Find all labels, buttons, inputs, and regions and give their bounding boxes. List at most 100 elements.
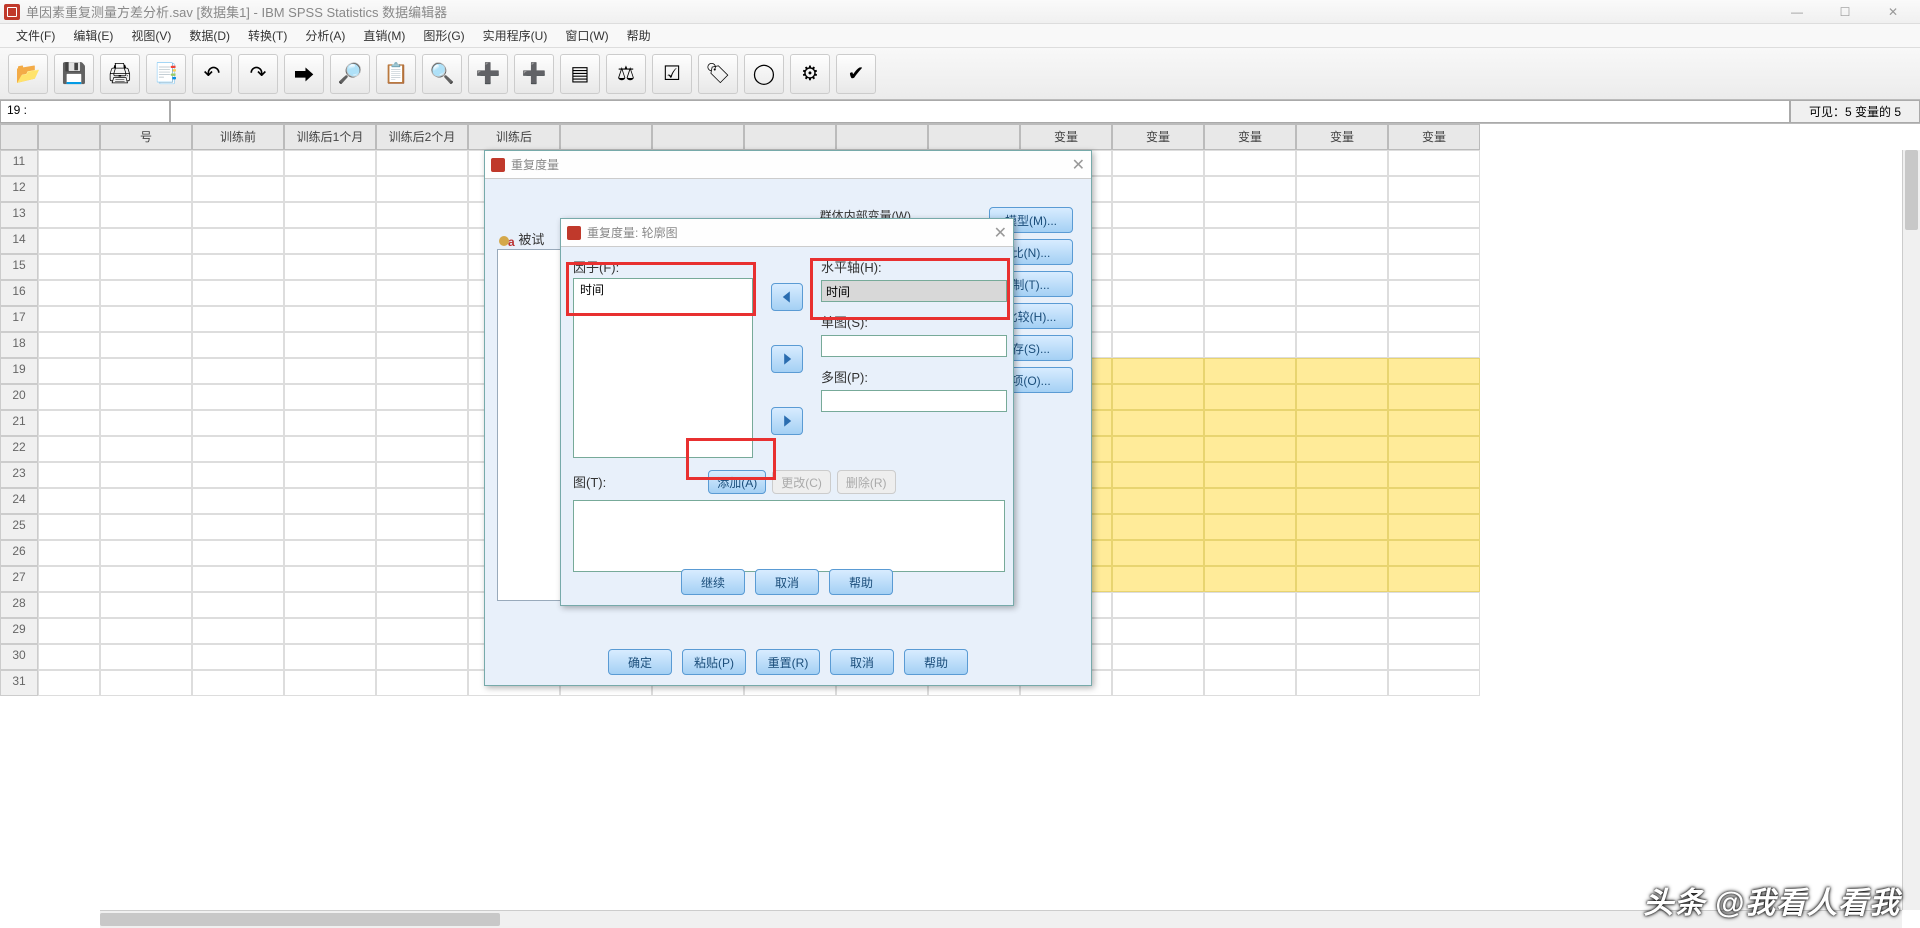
goto-button[interactable]: ⮕ bbox=[284, 54, 324, 94]
grid-cell[interactable] bbox=[1296, 592, 1388, 618]
grid-cell[interactable] bbox=[38, 358, 100, 384]
grid-cell[interactable] bbox=[1296, 488, 1388, 514]
grid-cell[interactable] bbox=[1204, 488, 1296, 514]
menu-item[interactable]: 直销(M) bbox=[355, 25, 413, 46]
row-header[interactable]: 18 bbox=[0, 332, 38, 358]
grid-cell[interactable] bbox=[1388, 670, 1480, 696]
factor-listbox[interactable]: 时间 bbox=[573, 278, 753, 458]
grid-cell[interactable] bbox=[38, 176, 100, 202]
grid-cell[interactable] bbox=[38, 488, 100, 514]
grid-cell[interactable] bbox=[376, 202, 468, 228]
menu-item[interactable]: 数据(D) bbox=[181, 25, 238, 46]
grid-cell[interactable] bbox=[284, 254, 376, 280]
grid-cell[interactable] bbox=[100, 488, 192, 514]
grid-cell[interactable] bbox=[1112, 566, 1204, 592]
vertical-scrollbar[interactable] bbox=[1902, 150, 1920, 910]
grid-cell[interactable] bbox=[192, 254, 284, 280]
grid-cell[interactable] bbox=[1296, 254, 1388, 280]
grid-cell[interactable] bbox=[284, 670, 376, 696]
grid-cell[interactable] bbox=[1112, 644, 1204, 670]
grid-cell[interactable] bbox=[284, 410, 376, 436]
grid-cell[interactable] bbox=[376, 332, 468, 358]
grid-cell[interactable] bbox=[38, 254, 100, 280]
grid-cell[interactable] bbox=[1296, 384, 1388, 410]
grid-cell[interactable] bbox=[192, 514, 284, 540]
grid-cell[interactable] bbox=[38, 306, 100, 332]
close-button[interactable]: ✕ bbox=[1878, 5, 1908, 19]
grid-cell[interactable] bbox=[38, 540, 100, 566]
grid-cell[interactable] bbox=[1204, 332, 1296, 358]
undo-button[interactable]: ↶ bbox=[192, 54, 232, 94]
grid-cell[interactable] bbox=[1296, 176, 1388, 202]
grid-cell[interactable] bbox=[1296, 202, 1388, 228]
grid-cell[interactable] bbox=[284, 592, 376, 618]
dialog2-button[interactable]: 帮助 bbox=[829, 569, 893, 595]
grid-cell[interactable] bbox=[1204, 384, 1296, 410]
grid-cell[interactable] bbox=[38, 462, 100, 488]
grid-cell[interactable] bbox=[100, 150, 192, 176]
column-header[interactable] bbox=[652, 124, 744, 150]
column-header[interactable]: 变量 bbox=[1296, 124, 1388, 150]
grid-cell[interactable] bbox=[100, 384, 192, 410]
grid-cell[interactable] bbox=[1112, 176, 1204, 202]
grid-cell[interactable] bbox=[100, 592, 192, 618]
grid-cell[interactable] bbox=[38, 202, 100, 228]
minimize-button[interactable]: — bbox=[1782, 5, 1812, 19]
grid-cell[interactable] bbox=[1388, 566, 1480, 592]
column-header[interactable]: 训练后2个月 bbox=[376, 124, 468, 150]
grid-cell[interactable] bbox=[1296, 644, 1388, 670]
grid-cell[interactable] bbox=[1296, 228, 1388, 254]
grid-cell[interactable] bbox=[1204, 202, 1296, 228]
column-header[interactable] bbox=[560, 124, 652, 150]
grid-cell[interactable] bbox=[192, 228, 284, 254]
select-button[interactable]: ☑ bbox=[652, 54, 692, 94]
dialog2-title-bar[interactable]: 重复度量: 轮廓图 ✕ bbox=[561, 219, 1013, 247]
grid-cell[interactable] bbox=[376, 358, 468, 384]
grid-cell[interactable] bbox=[376, 436, 468, 462]
grid-cell[interactable] bbox=[38, 228, 100, 254]
grid-cell[interactable] bbox=[100, 228, 192, 254]
factor-item[interactable]: 时间 bbox=[574, 279, 752, 300]
grid-cell[interactable] bbox=[1296, 514, 1388, 540]
grid-cell[interactable] bbox=[38, 150, 100, 176]
grid-cell[interactable] bbox=[38, 280, 100, 306]
row-header[interactable]: 22 bbox=[0, 436, 38, 462]
grid-cell[interactable] bbox=[1388, 384, 1480, 410]
grid-cell[interactable] bbox=[1204, 176, 1296, 202]
grid-cell[interactable] bbox=[1112, 540, 1204, 566]
row-header[interactable]: 28 bbox=[0, 592, 38, 618]
grid-cell[interactable] bbox=[1388, 254, 1480, 280]
grid-cell[interactable] bbox=[1296, 540, 1388, 566]
save-button[interactable]: 💾 bbox=[54, 54, 94, 94]
menu-item[interactable]: 转换(T) bbox=[240, 25, 295, 46]
grid-cell[interactable] bbox=[100, 176, 192, 202]
grid-cell[interactable] bbox=[1388, 488, 1480, 514]
dialog-close-icon[interactable]: ✕ bbox=[1072, 155, 1085, 175]
row-header[interactable]: 15 bbox=[0, 254, 38, 280]
grid-cell[interactable] bbox=[1204, 670, 1296, 696]
grid-cell[interactable] bbox=[1388, 176, 1480, 202]
grid-cell[interactable] bbox=[1296, 280, 1388, 306]
grid-cell[interactable] bbox=[284, 566, 376, 592]
grid-cell[interactable] bbox=[1296, 358, 1388, 384]
grid-cell[interactable] bbox=[38, 618, 100, 644]
insert-case-button[interactable]: ➕ bbox=[468, 54, 508, 94]
weight-button[interactable]: ⚖ bbox=[606, 54, 646, 94]
plots-listbox[interactable] bbox=[573, 500, 1005, 572]
menu-item[interactable]: 分析(A) bbox=[297, 25, 353, 46]
grid-cell[interactable] bbox=[1112, 410, 1204, 436]
grid-cell[interactable] bbox=[38, 670, 100, 696]
grid-cell[interactable] bbox=[376, 618, 468, 644]
grid-cell[interactable] bbox=[1204, 436, 1296, 462]
row-header[interactable]: 17 bbox=[0, 306, 38, 332]
grid-cell[interactable] bbox=[1112, 332, 1204, 358]
grid-cell[interactable] bbox=[192, 384, 284, 410]
grid-cell[interactable] bbox=[1112, 384, 1204, 410]
cell-reference[interactable]: 19 : bbox=[0, 100, 170, 123]
multi-plots-input[interactable] bbox=[821, 390, 1007, 412]
grid-cell[interactable] bbox=[1296, 332, 1388, 358]
grid-cell[interactable] bbox=[100, 514, 192, 540]
grid-cell[interactable] bbox=[284, 150, 376, 176]
grid-cell[interactable] bbox=[1388, 618, 1480, 644]
row-header[interactable]: 31 bbox=[0, 670, 38, 696]
